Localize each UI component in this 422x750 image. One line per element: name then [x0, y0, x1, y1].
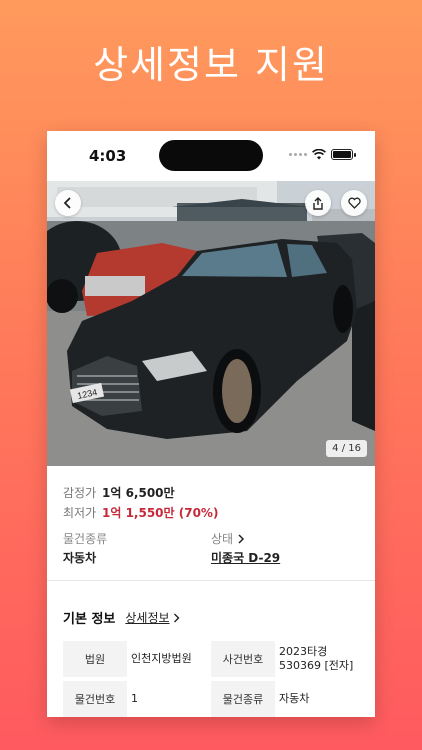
detail-link-label: 상세정보: [125, 611, 170, 625]
wifi-icon: [312, 149, 326, 160]
dynamic-island: [159, 140, 263, 171]
basic-info-header: 기본 정보 상세정보: [63, 608, 359, 627]
appraisal-label: 감정가: [63, 486, 97, 500]
state-block[interactable]: 상태 미종국 D-29: [211, 530, 359, 566]
favorite-button[interactable]: [341, 190, 367, 216]
vehicle-photo[interactable]: 1234 4 / 16: [47, 181, 375, 466]
table-value-cell: 인천지방법원: [131, 652, 192, 665]
status-bar: 4:03: [47, 131, 375, 181]
share-icon: [313, 196, 323, 210]
appraisal-value: 1억 6,500만: [102, 486, 175, 500]
type-value: 자동차: [63, 551, 97, 565]
info-grid: 물건종류 자동차 상태 미종국 D-29: [63, 530, 359, 566]
table-value-cell: 자동차: [279, 692, 310, 705]
heart-icon: [347, 197, 361, 209]
signal-icon: [289, 153, 307, 156]
type-block: 물건종류 자동차: [63, 530, 211, 566]
table-header-cell: 법원: [63, 641, 127, 677]
status-time: 4:03: [89, 147, 127, 165]
state-value[interactable]: 미종국 D-29: [211, 549, 359, 566]
price-section: 감정가 1억 6,500만 최저가 1억 1,550만 (70%) 물건종류 자…: [47, 466, 375, 566]
detail-link[interactable]: 상세정보: [125, 609, 180, 626]
back-icon: [63, 197, 71, 209]
basic-info-table: 법원 인천지방법원 사건번호 2023타경 530369 [전자] 물건번호 1…: [63, 641, 359, 717]
minimum-label: 최저가: [63, 506, 97, 520]
table-value-cell: 2023타경 530369 [전자]: [279, 645, 354, 672]
vehicle-image: 1234: [47, 181, 375, 466]
minimum-value: 1억 1,550만 (70%): [102, 506, 219, 520]
type-label: 물건종류: [63, 532, 108, 546]
share-button[interactable]: [305, 190, 331, 216]
table-header-cell: 물건번호: [63, 681, 127, 717]
basic-info-title: 기본 정보: [63, 612, 116, 627]
back-button[interactable]: [55, 190, 81, 216]
chevron-right-icon: [173, 613, 180, 622]
table-header-cell: 물건종류: [211, 681, 275, 717]
page-headline: 상세정보 지원: [93, 43, 329, 87]
minimum-row: 최저가 1억 1,550만 (70%): [63, 504, 359, 521]
phone-frame: 4:03 1234 4 / 16 감정가 1억 6,500만 최저가 1억 1,…: [47, 131, 375, 717]
chevron-right-icon: [238, 533, 245, 544]
basic-info-section: 기본 정보 상세정보 법원 인천지방법원 사건번호 2023타경 530369 …: [47, 581, 375, 717]
photo-counter: 4 / 16: [326, 440, 367, 457]
table-value-cell: 1: [131, 692, 138, 705]
appraisal-row: 감정가 1억 6,500만: [63, 484, 359, 501]
battery-icon: [331, 149, 356, 160]
state-label-row: 상태: [211, 530, 359, 547]
state-label: 상태: [211, 532, 234, 546]
table-header-cell: 사건번호: [211, 641, 275, 677]
status-icons: [289, 149, 356, 160]
